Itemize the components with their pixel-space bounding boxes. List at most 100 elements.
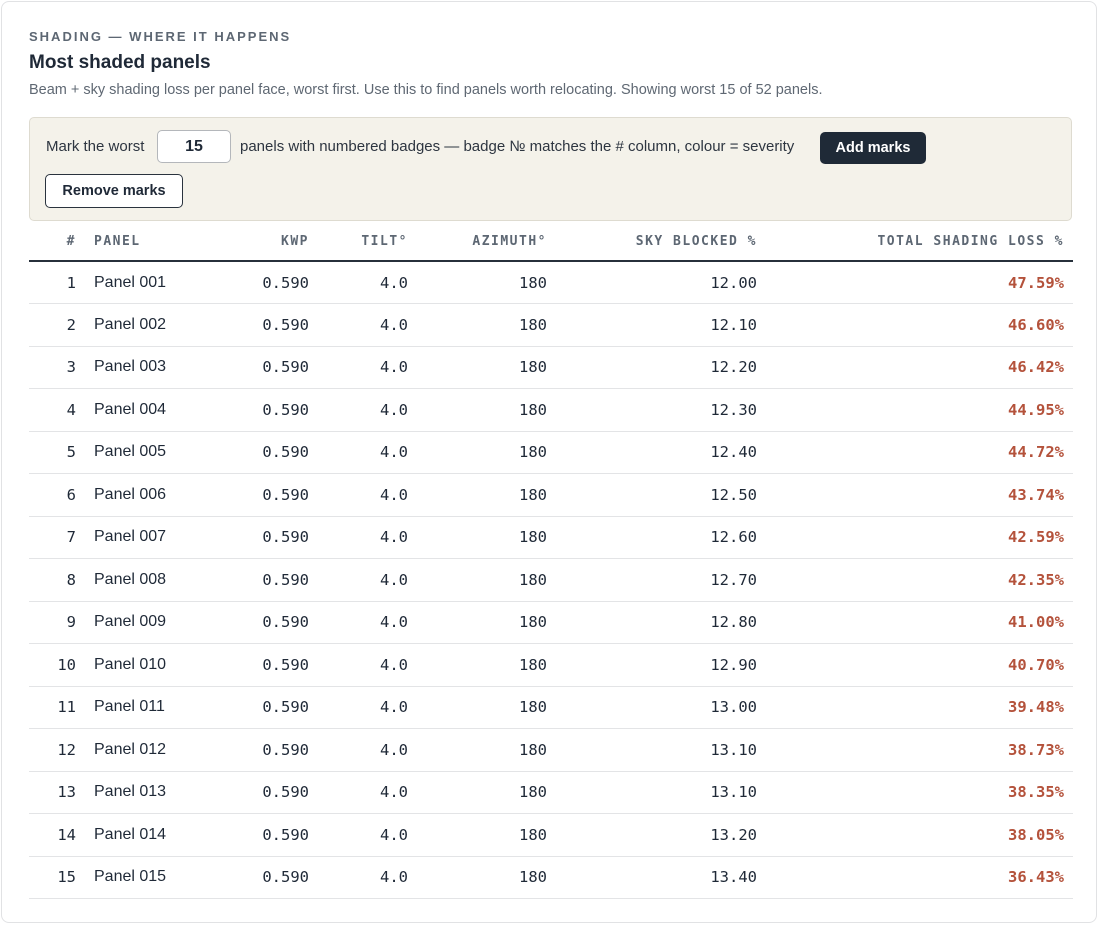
cell-kwp: 0.590 — [220, 686, 318, 729]
cell-tilt: 4.0 — [318, 388, 417, 432]
cell-azimuth: 180 — [417, 261, 556, 304]
cell-panel-name: Panel 005 — [85, 431, 220, 474]
table-row[interactable]: 7 Panel 007 0.590 4.0 180 12.60 42.59% — [29, 516, 1073, 559]
page-title: Most shaded panels — [29, 52, 211, 73]
cell-azimuth: 180 — [417, 431, 556, 474]
cell-sky-blocked: 12.20 — [556, 346, 766, 389]
cell-azimuth: 180 — [417, 856, 556, 899]
mark-prefix-label: Mark the worst — [46, 138, 145, 155]
cell-total-shading-loss: 43.74% — [766, 473, 1073, 517]
cell-panel-name: Panel 012 — [85, 728, 220, 772]
cell-rank: 2 — [29, 303, 85, 347]
cell-kwp: 0.590 — [220, 558, 318, 602]
column-header-panel[interactable]: PANEL — [85, 222, 220, 262]
cell-rank: 5 — [29, 431, 85, 474]
table-row[interactable]: 11 Panel 011 0.590 4.0 180 13.00 39.48% — [29, 686, 1073, 729]
cell-total-shading-loss: 42.59% — [766, 516, 1073, 559]
cell-tilt: 4.0 — [318, 771, 417, 814]
table-row[interactable]: 4 Panel 004 0.590 4.0 180 12.30 44.95% — [29, 388, 1073, 432]
cell-tilt: 4.0 — [318, 728, 417, 772]
cell-sky-blocked: 13.40 — [556, 856, 766, 899]
cell-tilt: 4.0 — [318, 558, 417, 602]
cell-total-shading-loss: 38.05% — [766, 813, 1073, 857]
cell-azimuth: 180 — [417, 643, 556, 687]
cell-panel-name: Panel 015 — [85, 856, 220, 899]
cell-azimuth: 180 — [417, 516, 556, 559]
column-header-tilt[interactable]: TILT° — [318, 222, 417, 262]
cell-tilt: 4.0 — [318, 686, 417, 729]
column-header-total-shading-loss[interactable]: TOTAL SHADING LOSS % — [766, 222, 1073, 262]
table-row[interactable]: 3 Panel 003 0.590 4.0 180 12.20 46.42% — [29, 346, 1073, 389]
cell-tilt: 4.0 — [318, 813, 417, 857]
table-row[interactable]: 12 Panel 012 0.590 4.0 180 13.10 38.73% — [29, 728, 1073, 772]
cell-rank: 11 — [29, 686, 85, 729]
cell-azimuth: 180 — [417, 303, 556, 347]
cell-kwp: 0.590 — [220, 771, 318, 814]
cell-sky-blocked: 12.30 — [556, 388, 766, 432]
column-header-kwp[interactable]: KWP — [220, 222, 318, 262]
cell-rank: 15 — [29, 856, 85, 899]
cell-kwp: 0.590 — [220, 346, 318, 389]
cell-panel-name: Panel 001 — [85, 261, 220, 304]
mark-count-input[interactable] — [157, 130, 231, 163]
cell-tilt: 4.0 — [318, 346, 417, 389]
cell-panel-name: Panel 003 — [85, 346, 220, 389]
cell-sky-blocked: 12.10 — [556, 303, 766, 347]
table-row[interactable]: 13 Panel 013 0.590 4.0 180 13.10 38.35% — [29, 771, 1073, 814]
cell-total-shading-loss: 40.70% — [766, 643, 1073, 687]
cell-kwp: 0.590 — [220, 813, 318, 857]
table-row[interactable]: 2 Panel 002 0.590 4.0 180 12.10 46.60% — [29, 303, 1073, 347]
cell-sky-blocked: 13.00 — [556, 686, 766, 729]
cell-total-shading-loss: 38.73% — [766, 728, 1073, 772]
cell-kwp: 0.590 — [220, 303, 318, 347]
cell-sky-blocked: 12.60 — [556, 516, 766, 559]
add-marks-button[interactable]: Add marks — [820, 132, 926, 164]
table-header-row: # PANEL KWP TILT° AZIMUTH° SKY BLOCKED %… — [29, 222, 1073, 262]
cell-sky-blocked: 12.70 — [556, 558, 766, 602]
cell-total-shading-loss: 38.35% — [766, 771, 1073, 814]
page-subtitle: Beam + sky shading loss per panel face, … — [29, 82, 823, 98]
cell-rank: 8 — [29, 558, 85, 602]
cell-azimuth: 180 — [417, 686, 556, 729]
cell-kwp: 0.590 — [220, 431, 318, 474]
cell-azimuth: 180 — [417, 473, 556, 517]
cell-kwp: 0.590 — [220, 643, 318, 687]
cell-kwp: 0.590 — [220, 856, 318, 899]
cell-panel-name: Panel 002 — [85, 303, 220, 347]
table-row[interactable]: 14 Panel 014 0.590 4.0 180 13.20 38.05% — [29, 813, 1073, 857]
cell-panel-name: Panel 007 — [85, 516, 220, 559]
cell-kwp: 0.590 — [220, 473, 318, 517]
cell-sky-blocked: 13.20 — [556, 813, 766, 857]
column-header-rank[interactable]: # — [29, 222, 85, 262]
cell-rank: 9 — [29, 601, 85, 644]
table-body: 1 Panel 001 0.590 4.0 180 12.00 47.59% 2 Panel 0… — [29, 261, 1073, 899]
cell-rank: 10 — [29, 643, 85, 687]
cell-sky-blocked: 12.90 — [556, 643, 766, 687]
cell-panel-name: Panel 011 — [85, 686, 220, 729]
cell-tilt: 4.0 — [318, 261, 417, 304]
table-row[interactable]: 10 Panel 010 0.590 4.0 180 12.90 40.70% — [29, 643, 1073, 687]
cell-sky-blocked: 12.50 — [556, 473, 766, 517]
table-row[interactable]: 8 Panel 008 0.590 4.0 180 12.70 42.35% — [29, 558, 1073, 602]
cell-tilt: 4.0 — [318, 856, 417, 899]
cell-sky-blocked: 12.80 — [556, 601, 766, 644]
table-row[interactable]: 1 Panel 001 0.590 4.0 180 12.00 47.59% — [29, 261, 1073, 304]
cell-tilt: 4.0 — [318, 601, 417, 644]
cell-total-shading-loss: 36.43% — [766, 856, 1073, 899]
table-row[interactable]: 6 Panel 006 0.590 4.0 180 12.50 43.74% — [29, 473, 1073, 517]
column-header-sky-blocked[interactable]: SKY BLOCKED % — [556, 222, 766, 262]
cell-azimuth: 180 — [417, 601, 556, 644]
cell-total-shading-loss: 47.59% — [766, 261, 1073, 304]
cell-panel-name: Panel 014 — [85, 813, 220, 857]
cell-tilt: 4.0 — [318, 643, 417, 687]
cell-total-shading-loss: 41.00% — [766, 601, 1073, 644]
table-row[interactable]: 15 Panel 015 0.590 4.0 180 13.40 36.43% — [29, 856, 1073, 899]
cell-kwp: 0.590 — [220, 516, 318, 559]
remove-marks-button[interactable]: Remove marks — [45, 174, 183, 208]
table-row[interactable]: 9 Panel 009 0.590 4.0 180 12.80 41.00% — [29, 601, 1073, 644]
mark-controls-panel: Mark the worst panels with numbered badg… — [29, 117, 1072, 221]
column-header-azimuth[interactable]: AZIMUTH° — [417, 222, 556, 262]
cell-tilt: 4.0 — [318, 516, 417, 559]
table-row[interactable]: 5 Panel 005 0.590 4.0 180 12.40 44.72% — [29, 431, 1073, 474]
cell-total-shading-loss: 44.95% — [766, 388, 1073, 432]
